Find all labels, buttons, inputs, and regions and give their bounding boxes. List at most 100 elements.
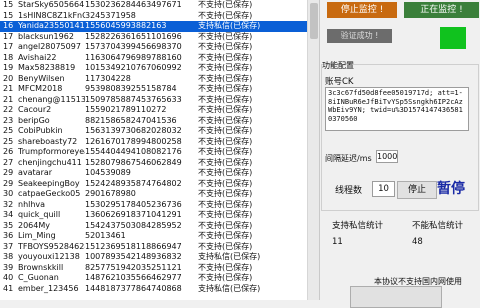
row-username: nhlhva	[18, 199, 46, 209]
nosupport-stat-value: 48	[412, 237, 423, 247]
table-row[interactable]: 21 MFCM2018 953980839255158784 不支持(已保存)	[0, 84, 319, 95]
stop-monitor-button[interactable]: 停止监控 !	[327, 2, 397, 18]
row-index: 17	[3, 42, 14, 51]
row-username: quick_quill	[18, 210, 61, 219]
row-index: 21	[3, 84, 14, 93]
row-username: Brownskkill	[18, 262, 64, 272]
row-username: Lim_Ming	[18, 231, 56, 240]
table-row[interactable]: 40 C_Guonan 1487621035566462977 不支持(已保存)	[0, 273, 319, 284]
table-row[interactable]: 18 Avishai22 1163064796989788160 不支持(已保存)	[0, 53, 319, 64]
table-row[interactable]: 23 beripGo 882158658247041536 不支持(已保存)	[0, 116, 319, 127]
row-index: 23	[3, 115, 14, 125]
verify-success-button[interactable]: 验证成功 !	[327, 29, 392, 43]
pause-label[interactable]: 暂停	[437, 178, 465, 198]
row-status: 不支持(已保存)	[198, 147, 253, 156]
table-row[interactable]: 30 catpaeGecko05 2901678980 不支持(已保存)	[0, 189, 319, 200]
table-row[interactable]: 15 1sHlN8C8Z1kFnQU3245371958 不支持(已保存)	[0, 11, 319, 22]
row-username: Avishai22	[18, 52, 57, 62]
table-row[interactable]: 25 CobiPubkin 1563139730682028032 不支持(已保存)	[0, 126, 319, 137]
row-username: Cacour2	[18, 105, 52, 114]
row-id: 1163064796989788160	[85, 52, 182, 62]
table-row[interactable]: 15 StarSky6505664 1530236284463497671 不支持(已…	[0, 0, 319, 11]
row-status: 不支持(已保存)	[198, 136, 253, 146]
row-status: 不支持(已保存)	[198, 94, 253, 104]
row-username: Max58238819	[18, 63, 76, 72]
delay-label: 间隔延迟/ms	[325, 154, 372, 163]
account-cookie-field[interactable]: 3c3c67fd50d8fee05019717d; att=1-8iINBuR6…	[325, 87, 469, 131]
table-row[interactable]: 17 blacksun1962 1528226361651101696 不支持(已保存…	[0, 32, 319, 43]
row-status: 不支持(已保存)	[198, 210, 253, 219]
row-id: 1542437503084285952	[85, 220, 182, 230]
row-status: 不支持(已保存)	[198, 84, 253, 93]
table-row[interactable]: 19 Max58238819 1015349210767060992 不支持(已保存)	[0, 63, 319, 74]
row-id: 1563139730682028032	[85, 126, 182, 135]
thread-label: 线程数	[335, 186, 363, 196]
table-row[interactable]: 17 angel28075097 1573704399456698370 不支持(已保…	[0, 42, 319, 53]
table-row[interactable]: 34 quick_quill 1360626918371041291 不支持(已保存)	[0, 210, 319, 221]
scrollbar-thumb[interactable]	[310, 3, 318, 39]
row-index: 30	[3, 189, 14, 198]
row-id: 8257751942035251121	[85, 262, 182, 272]
row-username: angel28075097	[18, 42, 81, 51]
row-id: 1007893542148936832	[85, 252, 182, 261]
row-username: Trumpformoreyea	[18, 147, 85, 156]
table-row[interactable]: 16 Yanida23550141 1556045993882163 支持私信(已保存…	[0, 21, 319, 32]
row-index: 35	[3, 220, 14, 230]
delay-input[interactable]: 1000	[376, 150, 398, 163]
table-row[interactable]: 26 Trumpformoreyea 1554404494108082176 不支持(…	[0, 147, 319, 158]
account-list[interactable]: 15 StarSky6505664 1530236284463497671 不支持(已…	[0, 0, 320, 300]
row-id: 1524248935874764802	[85, 178, 182, 188]
row-status: 不支持(已保存)	[198, 157, 253, 167]
row-id: 1559021789110272	[85, 105, 167, 114]
stop-button[interactable]: 停止	[397, 181, 437, 199]
table-row[interactable]: 37 TFBOYS9528462811512369518118866947 不支持(…	[0, 242, 319, 253]
row-status: 不支持(已保存)	[198, 63, 253, 72]
row-status: 不支持(已保存)	[198, 115, 253, 125]
row-status: 不支持(已保存)	[198, 199, 253, 209]
table-row[interactable]: 25 shareboasty72 1261670178994800258 不支持(已保…	[0, 137, 319, 148]
row-username: SeakeepingBoy	[18, 178, 80, 188]
row-index: 34	[3, 210, 14, 219]
row-status: 支持私信(已保存)	[198, 21, 261, 30]
status-indicator	[440, 27, 466, 49]
table-row[interactable]: 21 chenang@11513601509785887453765633 不支持(…	[0, 95, 319, 106]
table-row[interactable]: 35 2064My 1542437503084285952 不支持(已保存)	[0, 221, 319, 232]
row-index: 18	[3, 52, 14, 62]
row-status: 不支持(已保存)	[198, 105, 253, 114]
row-username: 1sHlN8C8Z1kFnQU	[18, 10, 85, 20]
table-row[interactable]: 41 ember_123456 1448187377864740868 支持私信(已保…	[0, 284, 319, 295]
table-row[interactable]: 29 SeakeepingBoy 1524248935874764802 不支持(已保…	[0, 179, 319, 190]
control-panel: 停止监控 ! 正在监控 ! 验证成功 ! 功能配置 账号CK 3c3c67fd5…	[320, 0, 480, 308]
row-status: 不支持(已保存)	[198, 178, 253, 188]
row-id: 1556045993882163	[85, 21, 167, 30]
support-stat-label: 支持私信统计	[332, 221, 384, 231]
monitoring-button[interactable]: 正在监控 !	[404, 2, 479, 18]
row-username: 2064My	[18, 220, 50, 230]
table-row[interactable]: 27 chenjingchu411 1528079867546062849 不支持(已…	[0, 158, 319, 169]
row-status: 不支持(已保存)	[198, 220, 253, 230]
bottom-button[interactable]	[350, 286, 442, 308]
row-id: 1528079867546062849	[85, 157, 182, 167]
row-index: 39	[3, 262, 14, 272]
row-status: 不支持(已保存)	[198, 126, 253, 135]
row-username: ember_123456	[18, 283, 79, 293]
table-row[interactable]: 22 Cacour2 1559021789110272 不支持(已保存)	[0, 105, 319, 116]
account-label: 账号CK	[325, 77, 354, 87]
row-id: 1015349210767060992	[85, 63, 182, 72]
nosupport-stat-label: 不能私信统计	[412, 221, 464, 231]
row-index: 32	[3, 199, 14, 209]
thread-input[interactable]: 10	[372, 181, 395, 197]
table-row[interactable]: 39 Brownskkill 8257751942035251121 不支持(已保存)	[0, 263, 319, 274]
row-id: 1512369518118866947	[85, 241, 182, 251]
table-row[interactable]: 36 Lim_Ming 52013461 不支持(已保存)	[0, 231, 319, 242]
row-id: 1573704399456698370	[85, 42, 182, 51]
row-id: 52013461	[85, 231, 126, 240]
row-id: 1530295178405236736	[85, 199, 182, 209]
row-id: 1554404494108082176	[85, 147, 182, 156]
list-scrollbar[interactable]	[307, 0, 319, 300]
table-row[interactable]: 29 avatarar 104539089 不支持(已保存)	[0, 168, 319, 179]
table-row[interactable]: 32 nhlhva 1530295178405236736 不支持(已保存)	[0, 200, 319, 211]
table-row[interactable]: 38 youyouxi12138 1007893542148936832 支持私信(已…	[0, 252, 319, 263]
row-username: beripGo	[18, 115, 50, 125]
table-row[interactable]: 20 BenyWilsen 117304228 不支持(已保存)	[0, 74, 319, 85]
